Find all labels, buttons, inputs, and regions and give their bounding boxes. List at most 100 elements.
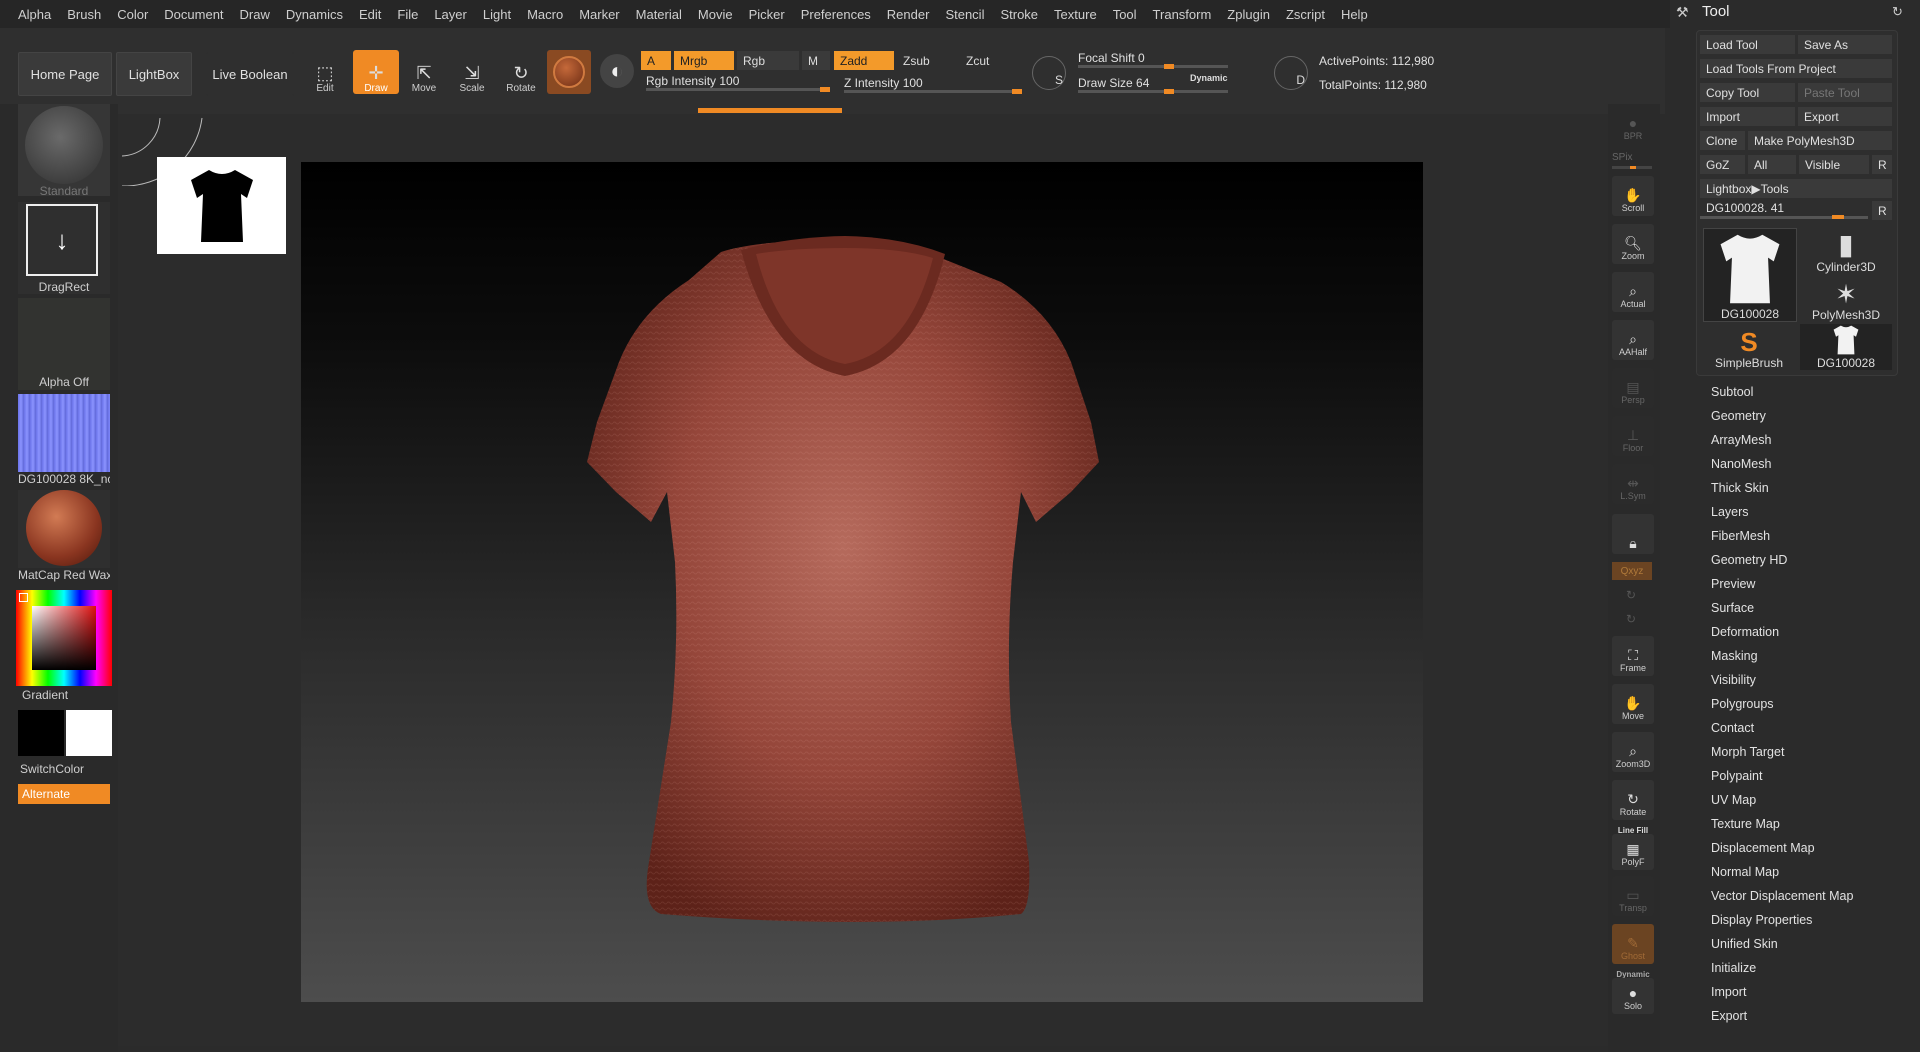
home-page-button[interactable]: Home Page <box>18 52 112 96</box>
section-layers[interactable]: Layers <box>1711 505 1749 519</box>
floor-button[interactable]: ⊥ Floor <box>1612 416 1654 456</box>
zcut-button[interactable]: Zcut <box>960 51 1020 70</box>
move-button[interactable]: ⇱ Move <box>401 50 447 94</box>
menu-brush[interactable]: Brush <box>59 7 109 22</box>
material-thumbnail[interactable] <box>18 490 110 568</box>
menu-texture[interactable]: Texture <box>1046 7 1105 22</box>
rgb-intensity-slider[interactable]: Rgb Intensity 100 <box>646 74 830 92</box>
lsym-button[interactable]: ⇹ L.Sym <box>1612 464 1654 504</box>
sculptris-s-button[interactable]: S <box>1032 56 1066 90</box>
material-preview-button[interactable] <box>547 50 591 94</box>
goz-button[interactable]: GoZ <box>1700 155 1745 174</box>
section-polypaint[interactable]: Polypaint <box>1711 769 1762 783</box>
menu-macro[interactable]: Macro <box>519 7 571 22</box>
menu-material[interactable]: Material <box>628 7 690 22</box>
rotate-y-icon[interactable]: ↻ <box>1626 588 1636 602</box>
transp-button[interactable]: ▭ Transp <box>1612 876 1654 916</box>
m-button[interactable]: M <box>802 51 830 70</box>
section-texture-map[interactable]: Texture Map <box>1711 817 1780 831</box>
export-tool-button[interactable]: Export <box>1798 107 1892 126</box>
brush-thumbnail[interactable] <box>18 104 110 196</box>
load-tool-button[interactable]: Load Tool <box>1700 35 1795 54</box>
section-geometry[interactable]: Geometry <box>1711 409 1766 423</box>
section-import[interactable]: Import <box>1711 985 1746 999</box>
scroll-button[interactable]: ✋ Scroll <box>1612 176 1654 216</box>
switch-color-button[interactable]: SwitchColor <box>18 762 112 776</box>
main-color-swatch[interactable] <box>18 710 64 756</box>
load-tools-from-project-button[interactable]: Load Tools From Project <box>1700 59 1892 78</box>
gradient-label[interactable]: Gradient <box>18 688 114 702</box>
tool-tile-dg100028-active[interactable]: DG100028 <box>1703 228 1797 322</box>
goz-r-button[interactable]: R <box>1872 155 1892 174</box>
section-morph-target[interactable]: Morph Target <box>1711 745 1784 759</box>
section-thick-skin[interactable]: Thick Skin <box>1711 481 1769 495</box>
zsub-button[interactable]: Zsub <box>897 51 957 70</box>
section-export[interactable]: Export <box>1711 1009 1747 1023</box>
section-arraymesh[interactable]: ArrayMesh <box>1711 433 1771 447</box>
menu-alpha[interactable]: Alpha <box>10 7 59 22</box>
actual-button[interactable]: ⌕ Actual <box>1612 272 1654 312</box>
ghost-button[interactable]: ✎ Ghost <box>1612 924 1654 964</box>
goz-visible-button[interactable]: Visible <box>1799 155 1869 174</box>
zoom-button[interactable]: 🔍︎ Zoom <box>1612 224 1654 264</box>
goz-all-button[interactable]: All <box>1748 155 1796 174</box>
menu-layer[interactable]: Layer <box>426 7 475 22</box>
menu-marker[interactable]: Marker <box>571 7 627 22</box>
move-view-button[interactable]: ✋ Move <box>1612 684 1654 724</box>
tshirt-model[interactable] <box>301 162 1423 1002</box>
dynamic-toggle[interactable]: Dynamic <box>1190 73 1228 83</box>
alternate-button[interactable]: Alternate <box>18 784 110 804</box>
color-square[interactable] <box>32 606 96 670</box>
menu-stencil[interactable]: Stencil <box>937 7 992 22</box>
focal-shift-slider[interactable]: Focal Shift 0 <box>1078 51 1228 69</box>
tool-tile-simplebrush[interactable]: S SimpleBrush <box>1703 324 1795 370</box>
lightbox-tools-button[interactable]: Lightbox▶Tools <box>1700 179 1892 198</box>
menu-file[interactable]: File <box>389 7 426 22</box>
lightbox-button[interactable]: LightBox <box>116 52 192 96</box>
palette-dock-icon[interactable]: ↻ <box>1892 4 1903 20</box>
document-canvas[interactable] <box>301 162 1423 1002</box>
menu-edit[interactable]: Edit <box>351 7 389 22</box>
tool-tile-dg100028[interactable]: DG100028 <box>1800 324 1892 370</box>
section-deformation[interactable]: Deformation <box>1711 625 1779 639</box>
scale-button[interactable]: ⇲ Scale <box>449 50 495 94</box>
canvas-scroll-indicator[interactable] <box>698 108 842 113</box>
menu-render[interactable]: Render <box>879 7 938 22</box>
zoom3d-button[interactable]: ⌕ Zoom3D <box>1612 732 1654 772</box>
paste-tool-button[interactable]: Paste Tool <box>1798 83 1892 102</box>
menu-dynamics[interactable]: Dynamics <box>278 7 351 22</box>
secondary-color-swatch[interactable] <box>66 710 112 756</box>
persp-button[interactable]: ▤ Persp <box>1612 368 1654 408</box>
edit-button[interactable]: ⬚ Edit <box>302 50 348 94</box>
section-masking[interactable]: Masking <box>1711 649 1758 663</box>
menu-picker[interactable]: Picker <box>741 7 793 22</box>
section-contact[interactable]: Contact <box>1711 721 1754 735</box>
texture-thumbnail[interactable] <box>18 394 110 472</box>
spix-slider[interactable] <box>1612 166 1652 169</box>
menu-document[interactable]: Document <box>156 7 231 22</box>
section-displacement-map[interactable]: Displacement Map <box>1711 841 1815 855</box>
section-unified-skin[interactable]: Unified Skin <box>1711 937 1778 951</box>
clone-button[interactable]: Clone <box>1700 131 1745 150</box>
make-polymesh3d-button[interactable]: Make PolyMesh3D <box>1748 131 1892 150</box>
local-button[interactable]: 🔒︎ <box>1612 514 1654 554</box>
rotate-z-icon[interactable]: ↻ <box>1626 612 1636 626</box>
save-as-button[interactable]: Save As <box>1798 35 1892 54</box>
menu-movie[interactable]: Movie <box>690 7 741 22</box>
z-intensity-slider[interactable]: Z Intensity 100 <box>844 76 1022 94</box>
rotate-view-button[interactable]: ↻ Rotate <box>1612 780 1654 820</box>
section-geometry-hd[interactable]: Geometry HD <box>1711 553 1787 567</box>
zadd-button[interactable]: Zadd <box>834 51 894 70</box>
rgb-button[interactable]: Rgb <box>737 51 799 70</box>
rotate-button[interactable]: ↻ Rotate <box>498 50 544 94</box>
menu-preferences[interactable]: Preferences <box>793 7 879 22</box>
current-tool-slider[interactable]: DG100028. 41 <box>1700 201 1868 219</box>
menu-transform[interactable]: Transform <box>1145 7 1220 22</box>
section-subtool[interactable]: Subtool <box>1711 385 1753 399</box>
section-display-properties[interactable]: Display Properties <box>1711 913 1812 927</box>
menu-zscript[interactable]: Zscript <box>1278 7 1333 22</box>
section-preview[interactable]: Preview <box>1711 577 1755 591</box>
section-initialize[interactable]: Initialize <box>1711 961 1756 975</box>
section-visibility[interactable]: Visibility <box>1711 673 1756 687</box>
polyf-button[interactable]: ▦ PolyF <box>1612 834 1654 870</box>
